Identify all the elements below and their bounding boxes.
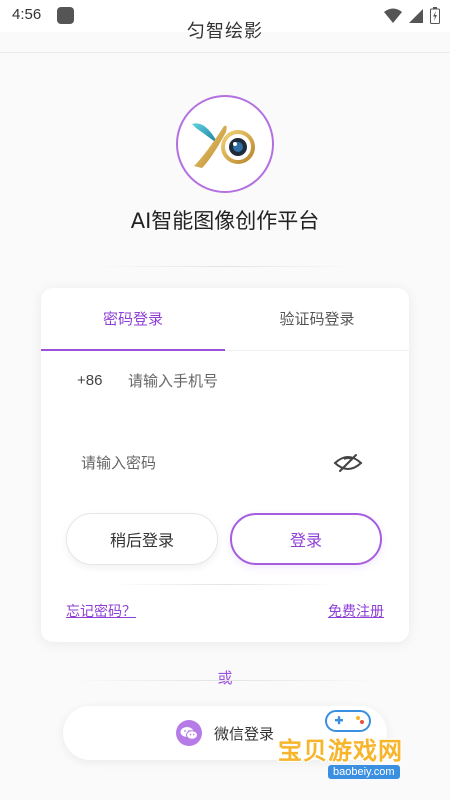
notification-app-icon	[57, 7, 74, 24]
tab-password-login[interactable]: 密码登录	[41, 308, 225, 329]
login-button[interactable]: 登录	[230, 513, 382, 565]
login-later-button[interactable]: 稍后登录	[66, 513, 218, 565]
signal-icon	[409, 8, 423, 23]
app-bar-divider	[0, 52, 450, 53]
tab-active-indicator	[41, 349, 225, 351]
status-time: 4:56	[12, 6, 42, 23]
watermark-url: baobeiy.com	[328, 765, 400, 779]
login-card: 密码登录 验证码登录 +86 稍后登录 登录 忘记密码？ 免费注册	[41, 288, 409, 642]
status-icons	[384, 7, 440, 24]
wifi-icon	[384, 8, 402, 23]
headline-divider	[95, 266, 355, 267]
or-divider	[70, 680, 380, 681]
logo-mark-icon	[192, 123, 255, 168]
forgot-password-link[interactable]: 忘记密码？	[66, 601, 136, 621]
wechat-login-label: 微信登录	[213, 724, 274, 743]
app-logo	[176, 95, 274, 193]
status-bar: 4:56	[0, 0, 450, 32]
register-link[interactable]: 免费注册	[328, 601, 384, 621]
buttons-divider	[111, 584, 339, 585]
tab-divider	[225, 350, 409, 351]
headline: AI智能图像创作平台	[130, 209, 320, 233]
tab-code-login[interactable]: 验证码登录	[225, 308, 409, 329]
eye-off-icon[interactable]	[333, 451, 363, 475]
or-separator: 或	[217, 669, 233, 687]
battery-icon	[430, 7, 440, 24]
phone-input[interactable]	[128, 366, 378, 396]
password-input[interactable]	[81, 448, 321, 478]
wechat-login-button[interactable]: 微信登录	[63, 706, 387, 760]
country-code[interactable]: +86	[77, 372, 102, 389]
wechat-icon	[175, 720, 202, 746]
